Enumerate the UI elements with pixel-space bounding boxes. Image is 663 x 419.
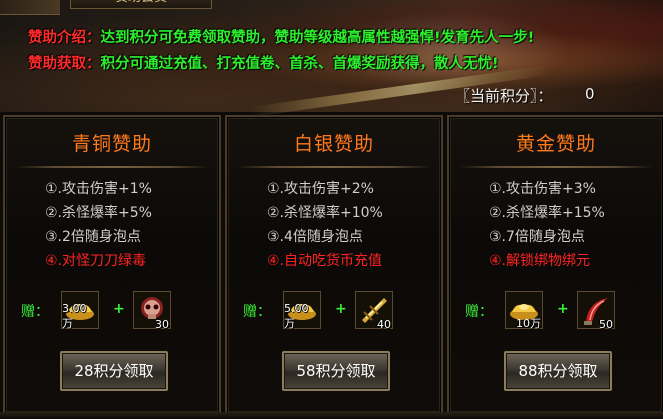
tier-card-gold: 黄金赞助 ①.攻击伤害+3% ②.杀怪爆率+15% ③.7倍随身泡点 ④.解锁绑…: [447, 115, 663, 415]
window-title: 赞助会员: [70, 0, 212, 9]
gold-ingot-slot[interactable]: 5.00万: [283, 291, 321, 330]
perk-item: ②.杀怪爆率+15%: [489, 205, 605, 221]
perk-list: ①.攻击伤害+3% ②.杀怪爆率+15% ③.7倍随身泡点 ④.解锁绑物绑元: [489, 177, 605, 273]
bottom-border: [0, 412, 663, 419]
title-bar-ornament: [0, 0, 60, 15]
perk-item: ①.攻击伤害+2%: [267, 181, 374, 197]
perk-item: ①.攻击伤害+3%: [489, 181, 596, 197]
reward-item-slot[interactable]: 50: [577, 291, 615, 331]
acquire-line: 赞助获取：积分可通过充值、打充值卷、首杀、首爆奖励获得，散人无忧!: [28, 52, 499, 73]
item-count: 3.00万: [62, 302, 87, 330]
perk-list: ①.攻击伤害+2% ②.杀怪爆率+10% ③.4倍随身泡点 ④.自动吃货币充值: [267, 177, 383, 273]
item-count: 10万: [516, 317, 541, 330]
current-points: 〖当前积分〗： 0: [455, 85, 595, 106]
reward-item-slot[interactable]: 40: [355, 291, 393, 331]
claim-button[interactable]: 28积分领取: [60, 351, 168, 391]
plus-sign: +: [335, 301, 347, 317]
tier-title: 青铜赞助: [71, 133, 152, 155]
reward-item-slot[interactable]: 30: [133, 291, 171, 331]
gold-ingot-slot[interactable]: 10万: [505, 291, 543, 330]
perk-item: ①.攻击伤害+1%: [45, 181, 152, 197]
intro-line: 赞助介绍：达到积分可免费领取赞助，赞助等级越高属性越强悍!发育先人一步!: [28, 26, 534, 47]
item-count: 40: [377, 318, 391, 331]
plus-sign: +: [557, 301, 569, 317]
perk-item: ③.7倍随身泡点: [489, 229, 585, 245]
acquire-text: 积分可通过充值、打充值卷、首杀、首爆奖励获得，散人无忧!: [100, 56, 499, 72]
item-count: 30: [155, 318, 169, 331]
perk-item: ④.自动吃货币充值: [267, 253, 383, 269]
current-points-value: 0: [585, 85, 595, 103]
claim-button[interactable]: 88积分领取: [504, 351, 612, 391]
perk-item: ④.对怪刀刀绿毒: [45, 253, 147, 269]
tier-card-silver: 白银赞助 ①.攻击伤害+2% ②.杀怪爆率+10% ③.4倍随身泡点 ④.自动吃…: [225, 115, 443, 415]
gift-label: 赠：: [465, 304, 493, 320]
perk-item: ③.2倍随身泡点: [45, 229, 141, 245]
tier-title: 黄金赞助: [515, 133, 596, 155]
intro-label: 赞助介绍：: [28, 30, 101, 46]
perk-item: ③.4倍随身泡点: [267, 229, 363, 245]
divider: [237, 166, 431, 168]
intro-text: 达到积分可免费领取赞助，赞助等级越高属性越强悍!发育先人一步!: [100, 30, 535, 46]
item-count: 5.00万: [284, 302, 309, 330]
gift-label: 赠：: [243, 304, 271, 320]
gold-ingot-slot[interactable]: 3.00万: [61, 291, 99, 330]
tier-card-bronze: 青铜赞助 ①.攻击伤害+1% ②.杀怪爆率+5% ③.2倍随身泡点 ④.对怪刀刀…: [3, 115, 221, 415]
tier-title: 白银赞助: [293, 133, 374, 155]
plus-sign: +: [113, 301, 125, 317]
divider: [459, 166, 653, 168]
acquire-label: 赞助获取：: [28, 56, 101, 72]
divider: [15, 166, 209, 168]
claim-button[interactable]: 58积分领取: [282, 351, 390, 391]
perk-item: ②.杀怪爆率+10%: [267, 205, 383, 221]
perk-item: ④.解锁绑物绑元: [489, 253, 591, 269]
perk-list: ①.攻击伤害+1% ②.杀怪爆率+5% ③.2倍随身泡点 ④.对怪刀刀绿毒: [45, 177, 152, 273]
gift-label: 赠：: [21, 304, 49, 320]
perk-item: ②.杀怪爆率+5%: [45, 205, 152, 221]
item-count: 50: [599, 318, 613, 331]
current-points-label: 〖当前积分〗：: [455, 87, 553, 105]
